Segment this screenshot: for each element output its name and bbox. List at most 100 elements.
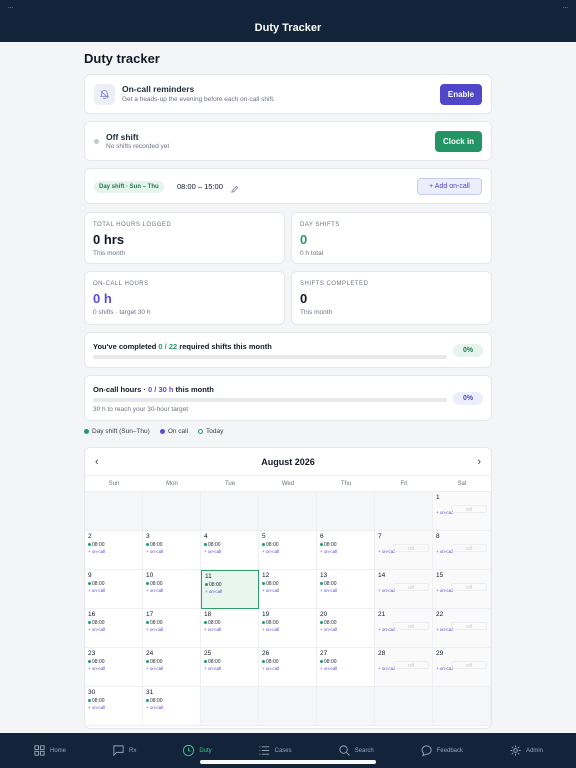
oncall-entry[interactable]: + on-call — [88, 705, 139, 710]
calendar-day-cell[interactable]: 10 08:00 + on-call — [143, 570, 201, 609]
tab-admin[interactable]: Admin — [509, 744, 543, 757]
stat-value: 0 — [300, 232, 308, 247]
oncall-entry[interactable]: + on-call — [262, 588, 313, 593]
home-indicator — [200, 760, 376, 764]
day-shift-entry: 08:00 — [262, 542, 313, 548]
calendar-day-cell[interactable]: 25 08:00 + on-call — [201, 648, 259, 687]
add-oncall-button[interactable]: + Add on-call — [417, 178, 482, 195]
calendar-day-cell[interactable]: 9 08:00 + on-call — [85, 570, 143, 609]
oncall-entry[interactable]: + on-call — [146, 549, 197, 554]
prev-month-icon[interactable]: ‹ — [95, 456, 99, 468]
day-shift-entry: 08:00 — [204, 620, 255, 626]
oncall-entry[interactable]: + on-call — [262, 666, 313, 671]
stat-shifts-completed: Shifts completed 0 This month — [291, 271, 492, 325]
calendar-day-cell[interactable]: 23 08:00 + on-call — [85, 648, 143, 687]
calendar-day-cell[interactable]: 4 08:00 + on-call — [201, 531, 259, 570]
day-number: 1 — [436, 494, 440, 501]
calendar-day-cell[interactable]: 14 Off + on-call — [375, 570, 433, 609]
legend-dot-icon — [159, 428, 165, 434]
oncall-entry[interactable]: + on-call — [88, 627, 139, 632]
tab-cases[interactable]: Cases — [258, 744, 292, 757]
shift-dot-icon — [146, 582, 149, 586]
calendar-day-cell[interactable]: 13 08:00 + on-call — [317, 570, 375, 609]
calendar-day-cell[interactable]: 19 08:00 + on-call — [259, 609, 317, 648]
off-label: Off — [393, 583, 429, 591]
calendar-day-cell[interactable]: 30 08:00 + on-call — [85, 687, 143, 726]
calendar-day-cell[interactable]: 15 Off + on-call — [433, 570, 491, 609]
oncall-entry[interactable]: + on-call — [146, 705, 197, 710]
oncall-entry[interactable]: + on-call — [88, 588, 139, 593]
calendar-day-cell[interactable]: 7 Off + on-call — [375, 531, 433, 570]
oncall-entry[interactable]: + on-call — [204, 666, 255, 671]
oncall-value: 0 / 30 h — [148, 385, 174, 394]
calendar-day-cell[interactable]: 17 08:00 + on-call — [143, 609, 201, 648]
calendar-day-cell[interactable]: 29 Off + on-call — [433, 648, 491, 687]
oncall-entry[interactable]: + on-call — [204, 627, 255, 632]
calendar-day-cell[interactable]: 5 08:00 + on-call — [259, 531, 317, 570]
oncall-pre: On-call hours · — [93, 385, 149, 394]
calendar-day-cell[interactable]: 22 Off + on-call — [433, 609, 491, 648]
calendar-day-cell[interactable]: 2 08:00 + on-call — [85, 531, 143, 570]
tab-duty[interactable]: Duty — [182, 744, 212, 757]
page-title: Duty tracker — [84, 51, 160, 66]
oncall-hours-card: On-call hours · 0 / 30 h this month 30 h… — [84, 375, 492, 421]
day-number: 21 — [378, 611, 386, 618]
reminders-subtitle: Get a heads-up the evening before each o… — [122, 96, 275, 103]
day-shift-entry: 08:00 — [88, 542, 139, 548]
oncall-entry[interactable]: + on-call — [320, 627, 371, 632]
required-value: 0 / 22 — [158, 342, 178, 351]
calendar-day-cell[interactable]: 28 Off + on-call — [375, 648, 433, 687]
page-content: Duty tracker — [84, 50, 492, 68]
oncall-entry[interactable]: + on-call — [320, 666, 371, 671]
oncall-entry[interactable]: + on-call — [146, 588, 197, 593]
shift-dot-icon — [146, 699, 149, 703]
legend-dot-icon — [84, 428, 89, 434]
day-number: 2 — [88, 533, 92, 540]
legend-ring-icon — [198, 428, 204, 434]
oncall-entry[interactable]: + on-call — [320, 588, 371, 593]
day-shift-entry: 08:00 — [204, 659, 255, 665]
calendar-day-cell[interactable]: 20 08:00 + on-call — [317, 609, 375, 648]
calendar-day-cell[interactable]: 27 08:00 + on-call — [317, 648, 375, 687]
calendar-day-cell[interactable]: 11 08:00 + on-call — [201, 570, 259, 609]
oncall-entry[interactable]: + on-call — [88, 549, 139, 554]
calendar-day-cell[interactable]: 26 08:00 + on-call — [259, 648, 317, 687]
oncall-entry[interactable]: + on-call — [262, 627, 313, 632]
calendar-day-cell[interactable]: 12 08:00 + on-call — [259, 570, 317, 609]
oncall-entry[interactable]: + on-call — [88, 666, 139, 671]
day-shift-entry: 08:00 — [88, 620, 139, 626]
oncall-entry[interactable]: + on-call — [146, 666, 197, 671]
calendar-day-cell[interactable]: 21 Off + on-call — [375, 609, 433, 648]
calendar-day-cell[interactable]: 8 Off + on-call — [433, 531, 491, 570]
calendar-day-cell[interactable]: 18 08:00 + on-call — [201, 609, 259, 648]
calendar-day-cell[interactable]: 1 Off + on-call — [433, 492, 491, 531]
stat-sub: This month — [93, 250, 126, 257]
calendar-day-cell[interactable]: 3 08:00 + on-call — [143, 531, 201, 570]
shift-dot-icon — [204, 543, 207, 547]
next-month-icon[interactable]: › — [477, 456, 481, 468]
clock-in-button[interactable]: Clock in — [435, 131, 482, 152]
day-number: 15 — [436, 572, 444, 579]
day-number: 28 — [378, 650, 386, 657]
calendar-day-cell[interactable]: 16 08:00 + on-call — [85, 609, 143, 648]
oncall-entry[interactable]: + on-call — [205, 589, 255, 594]
day-shift-entry: 08:00 — [88, 698, 139, 704]
calendar-grid: 1 Off + on-call 2 08:00 + on-call 3 08:00 + on-c… — [85, 492, 491, 726]
tab-feedback[interactable]: Feedback — [420, 744, 463, 757]
calendar-day-cell[interactable]: 24 08:00 + on-call — [143, 648, 201, 687]
tab-rx[interactable]: Rx — [112, 744, 136, 757]
pencil-icon[interactable] — [230, 181, 239, 199]
shift-dot-icon — [88, 621, 91, 625]
weekday-header: Sun Mon Tue Wed Thu Fri Sat — [85, 476, 491, 492]
oncall-entry[interactable]: + on-call — [262, 549, 313, 554]
calendar-empty-cell — [201, 492, 259, 531]
tab-home[interactable]: Home — [33, 744, 66, 757]
tab-search[interactable]: Search — [338, 744, 374, 757]
oncall-entry[interactable]: + on-call — [320, 549, 371, 554]
enable-button[interactable]: Enable — [440, 84, 482, 105]
oncall-entry[interactable]: + on-call — [204, 549, 255, 554]
off-label: Off — [451, 583, 487, 591]
calendar-day-cell[interactable]: 31 08:00 + on-call — [143, 687, 201, 726]
oncall-entry[interactable]: + on-call — [146, 627, 197, 632]
calendar-day-cell[interactable]: 6 08:00 + on-call — [317, 531, 375, 570]
